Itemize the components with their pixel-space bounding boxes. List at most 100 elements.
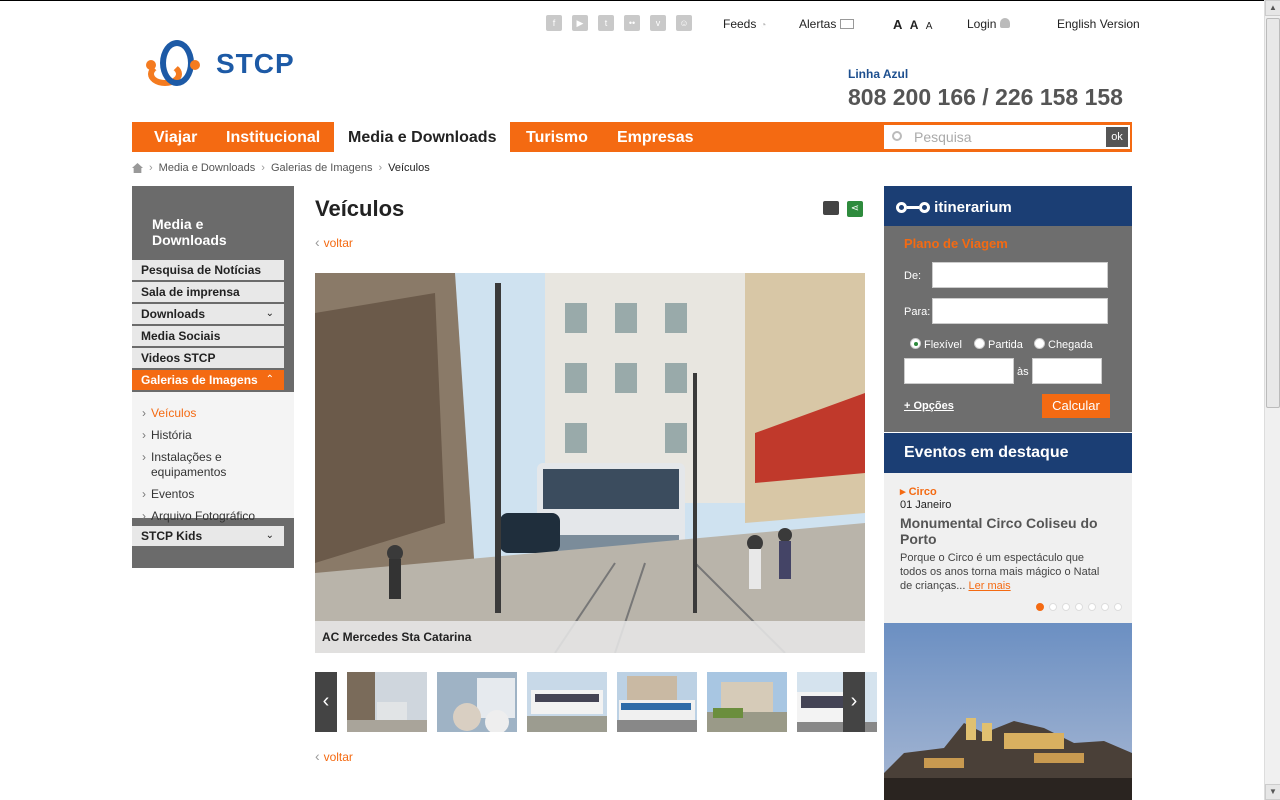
ler-mais-link[interactable]: Ler mais <box>968 580 1010 592</box>
pager-dot[interactable] <box>1114 603 1122 611</box>
breadcrumb-separator: › <box>378 162 383 174</box>
nav-media-downloads[interactable]: Media e Downloads <box>334 122 511 152</box>
date-input[interactable] <box>904 358 1014 384</box>
home-icon[interactable] <box>132 163 143 173</box>
linha-azul-label: Linha Azul <box>848 67 909 81</box>
search-icon <box>892 131 902 141</box>
nav-institucional[interactable]: Institucional <box>226 122 320 152</box>
english-version-link[interactable]: English Version <box>1057 17 1140 31</box>
font-small-button[interactable]: A <box>926 21 933 32</box>
sidebar-submenu: Veículos História Instalações e equipame… <box>132 392 294 524</box>
back-link-top[interactable]: voltar <box>315 234 353 250</box>
sidebar-item-kids[interactable]: STCP Kids ⌄ <box>132 526 284 546</box>
thumbnail[interactable] <box>527 672 607 732</box>
page-tools: ⋖ <box>823 201 863 217</box>
thumbnail[interactable] <box>797 672 877 732</box>
vertical-scrollbar[interactable]: ▲ ▼ <box>1264 0 1280 800</box>
scroll-up-arrow-icon[interactable]: ▲ <box>1265 0 1280 16</box>
thumbnail-strip: ‹ › <box>315 672 877 732</box>
para-input[interactable] <box>932 298 1108 324</box>
thumbnail[interactable] <box>707 672 787 732</box>
user-icon <box>1000 18 1011 28</box>
phone-number: 808 200 166 / 226 158 158 <box>848 84 1123 110</box>
scroll-down-arrow-icon[interactable]: ▼ <box>1265 784 1280 800</box>
thumbnail[interactable] <box>347 672 427 732</box>
pager-dot[interactable] <box>1075 603 1083 611</box>
events-heading: Eventos em destaque <box>884 433 1132 473</box>
de-input[interactable] <box>932 262 1108 288</box>
twitter-icon[interactable]: t <box>598 15 614 31</box>
radio-chegada[interactable]: Chegada <box>1034 338 1093 351</box>
submenu-historia[interactable]: História <box>142 428 276 443</box>
pager-dot[interactable] <box>1088 603 1096 611</box>
feeds-link[interactable]: Feeds ◔ <box>723 17 766 31</box>
window-top-border <box>0 0 1264 1</box>
myspace-icon[interactable]: ☺ <box>676 15 692 31</box>
sidebar-item-downloads[interactable]: Downloads ⌄ <box>132 304 284 324</box>
radio-partida[interactable]: Partida <box>974 338 1023 351</box>
search-ok-button[interactable]: ok <box>1106 127 1128 147</box>
submenu-eventos[interactable]: Eventos <box>142 487 276 502</box>
radio-flexivel[interactable]: Flexível <box>910 338 962 351</box>
main-photo: AC Mercedes Sta Catarina <box>315 273 865 653</box>
submenu-arquivo[interactable]: Arquivo Fotográfico <box>142 509 276 524</box>
flickr-icon[interactable]: •• <box>624 15 640 31</box>
back-link-bottom[interactable]: voltar <box>315 748 353 764</box>
alertas-link[interactable]: Alertas <box>799 17 855 31</box>
rss-icon: ◔ <box>760 20 767 31</box>
itinerarium-header: itinerarium <box>884 186 1132 226</box>
breadcrumb: › Media e Downloads › Galerias de Imagen… <box>132 162 430 174</box>
mais-opcoes-link[interactable]: + Opções <box>904 400 954 412</box>
pager-dot[interactable] <box>1049 603 1057 611</box>
calcular-button[interactable]: Calcular <box>1042 394 1110 418</box>
nav-viajar[interactable]: Viajar <box>154 122 197 152</box>
thumbnail[interactable] <box>617 672 697 732</box>
sidebar: Media e Downloads Pesquisa de Notícias S… <box>132 186 294 568</box>
stcp-logo[interactable]: STCP <box>146 38 295 90</box>
page-title: Veículos <box>315 196 405 221</box>
sidebar-item-pesquisa[interactable]: Pesquisa de Notícias <box>132 260 284 280</box>
event-category[interactable]: Circo <box>900 485 937 498</box>
prev-arrow-button[interactable]: ‹ <box>315 672 337 732</box>
login-link[interactable]: Login <box>967 17 1011 31</box>
submenu-veiculos[interactable]: Veículos <box>142 406 276 421</box>
scroll-thumb[interactable] <box>1266 18 1280 408</box>
plano-viagem-title: Plano de Viagem <box>904 236 1008 251</box>
nav-empresas[interactable]: Empresas <box>617 122 694 152</box>
para-label: Para: <box>904 306 931 318</box>
porto-night-image[interactable] <box>884 623 1132 800</box>
facebook-icon[interactable]: f <box>546 15 562 31</box>
event-description: Porque o Circo é um espectáculo que todo… <box>900 552 1100 592</box>
breadcrumb-media[interactable]: Media e Downloads <box>159 162 256 174</box>
search-input[interactable] <box>914 127 1094 147</box>
font-large-button[interactable]: A <box>893 17 902 32</box>
sidebar-item-sala-imprensa[interactable]: Sala de imprensa <box>132 282 284 302</box>
nav-turismo[interactable]: Turismo <box>526 122 588 152</box>
event-date: 01 Janeiro <box>900 499 952 511</box>
pager-dot[interactable] <box>1036 603 1044 611</box>
event-title[interactable]: Monumental Circo Coliseu do Porto <box>900 515 1120 547</box>
pager-dot[interactable] <box>1062 603 1070 611</box>
thumbnail[interactable] <box>437 672 517 732</box>
time-input[interactable] <box>1032 358 1102 384</box>
share-icon[interactable]: ⋖ <box>847 201 863 217</box>
youtube-icon[interactable]: ▶ <box>572 15 588 31</box>
sidebar-item-galerias[interactable]: Galerias de Imagens ⌃ <box>132 370 284 390</box>
print-icon[interactable] <box>823 201 839 215</box>
submenu-instalacoes[interactable]: Instalações e equipamentos <box>142 450 276 480</box>
pager-dot[interactable] <box>1101 603 1109 611</box>
de-label: De: <box>904 270 922 282</box>
next-arrow-button[interactable]: › <box>843 672 865 732</box>
sidebar-item-media-sociais[interactable]: Media Sociais <box>132 326 284 346</box>
login-label: Login <box>967 17 997 31</box>
breadcrumb-separator: › <box>261 162 265 174</box>
search-box: ok <box>884 125 1130 149</box>
breadcrumb-galerias[interactable]: Galerias de Imagens <box>271 162 373 174</box>
logo-text: STCP <box>216 48 295 79</box>
street-bus-image <box>315 273 865 653</box>
vimeo-icon[interactable]: v <box>650 15 666 31</box>
breadcrumb-current: Veículos <box>388 162 430 174</box>
sidebar-item-videos[interactable]: Videos STCP <box>132 348 284 368</box>
events-widget: Eventos em destaque Circo 01 Janeiro Mon… <box>884 433 1132 623</box>
font-medium-button[interactable]: A <box>910 18 919 32</box>
